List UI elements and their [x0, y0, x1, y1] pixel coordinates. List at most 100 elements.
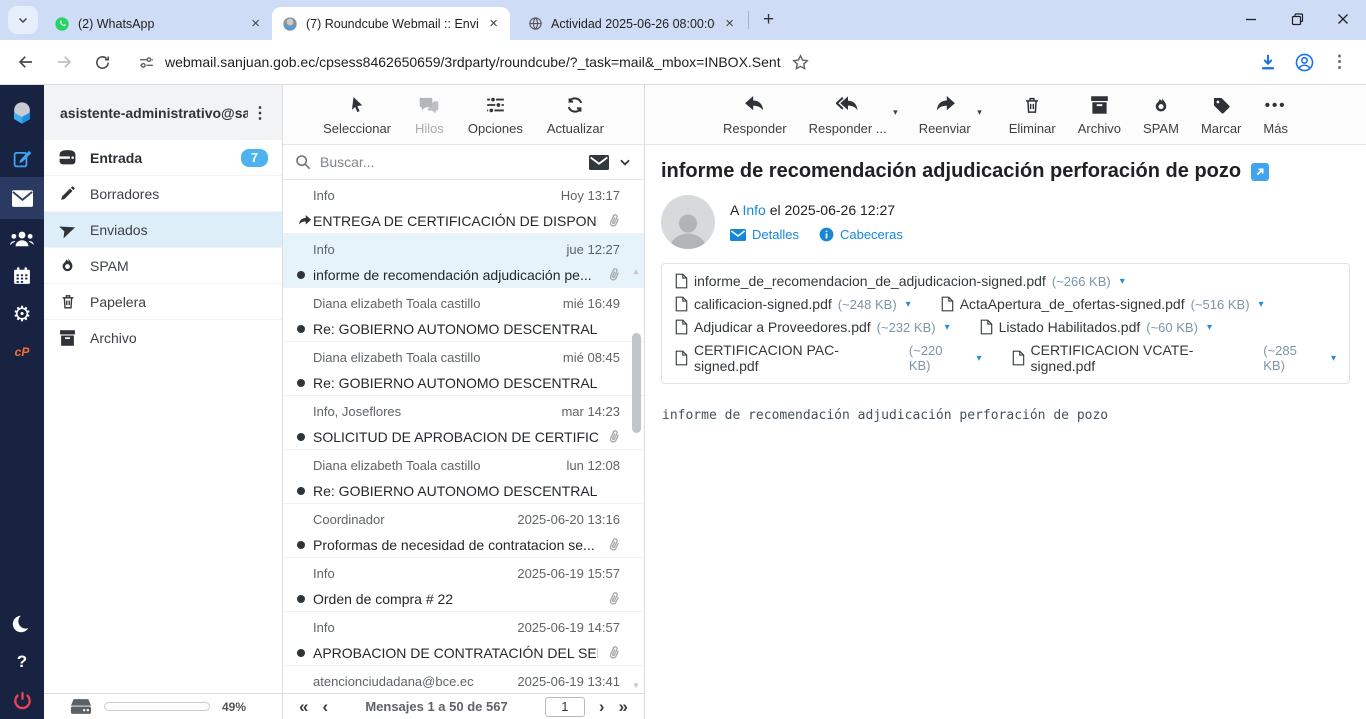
attachment-menu-caret[interactable]: ▾: [945, 322, 950, 333]
calendar-nav-button[interactable]: [0, 257, 44, 295]
folder-drafts[interactable]: Borradores: [44, 176, 282, 212]
settings-nav-button[interactable]: ⚙: [0, 295, 44, 333]
folder-sent[interactable]: Enviados: [44, 212, 282, 248]
threads-button[interactable]: Hilos: [415, 94, 444, 144]
open-in-new-window-icon[interactable]: [1251, 163, 1269, 181]
select-button[interactable]: Seleccionar: [323, 94, 391, 144]
roundcube-icon: [282, 16, 298, 32]
attachment-chip[interactable]: Adjudicar a Proveedores.pdf (~232 KB) ▾: [675, 319, 950, 335]
page-number-input[interactable]: [545, 697, 585, 717]
prev-page-button[interactable]: ‹: [322, 698, 328, 715]
search-options-chevron-icon[interactable]: [618, 155, 632, 169]
list-scrollbar[interactable]: ▲ ▼: [629, 267, 643, 691]
message-list-item[interactable]: Diana elizabeth Toala castillo mié 08:45…: [283, 342, 644, 396]
details-toggle[interactable]: Detalles: [730, 227, 799, 242]
message-subject: ENTREGA DE CERTIFICACIÓN DE DISPONIB...: [313, 213, 598, 229]
delete-button[interactable]: Eliminar: [1009, 94, 1056, 144]
next-page-button[interactable]: ›: [599, 698, 605, 715]
folder-archive[interactable]: Archivo: [44, 320, 282, 356]
account-menu-icon[interactable]: ⋮: [248, 103, 272, 123]
logout-button[interactable]: [0, 681, 44, 719]
archive-button[interactable]: Archivo: [1078, 94, 1121, 144]
attachment-menu-caret[interactable]: ▾: [1207, 322, 1212, 333]
back-button[interactable]: [10, 46, 42, 78]
downloads-icon[interactable]: [1258, 52, 1278, 72]
reply-all-button[interactable]: Responder ... ▾: [809, 94, 887, 144]
close-button[interactable]: [1320, 0, 1366, 38]
tab-roundcube[interactable]: (7) Roundcube Webmail :: Envia ×: [272, 7, 510, 40]
bookmark-star-icon[interactable]: [791, 53, 810, 72]
message-list-item[interactable]: Info Hoy 13:17 ENTREGA DE CERTIFICACIÓN …: [283, 180, 644, 234]
tab-close-icon[interactable]: ×: [723, 15, 736, 32]
forward-button[interactable]: [48, 46, 80, 78]
chrome-menu-icon[interactable]: ⋮: [1331, 52, 1348, 72]
reply-all-menu-caret[interactable]: ▾: [893, 107, 898, 118]
message-list-item[interactable]: Info, Joseflores mar 14:23 SOLICITUD DE …: [283, 396, 644, 450]
message-subject: Proformas de necesidad de contratacion s…: [313, 537, 598, 553]
list-toolbar: Seleccionar Hilos Opciones Actualizar: [283, 85, 644, 145]
search-scope-mail-icon[interactable]: [589, 155, 609, 170]
reload-button[interactable]: [86, 46, 118, 78]
attachment-menu-caret[interactable]: ▾: [906, 299, 911, 310]
attachment-chip[interactable]: calificacion-signed.pdf (~248 KB) ▾: [675, 296, 911, 312]
options-button[interactable]: Opciones: [468, 94, 523, 144]
window-controls: [1228, 0, 1366, 38]
mail-nav-button[interactable]: [0, 177, 44, 219]
forward-menu-caret[interactable]: ▾: [977, 107, 982, 118]
scroll-down-icon[interactable]: ▼: [632, 681, 640, 691]
message-list-item[interactable]: Coordinador 2025-06-20 13:16 Proformas d…: [283, 504, 644, 558]
attachment-chip[interactable]: informe_de_recomendacion_de_adjudicacion…: [675, 273, 1125, 289]
site-settings-icon[interactable]: [138, 54, 155, 71]
message-list-item[interactable]: Info 2025-06-19 14:57 APROBACION DE CONT…: [283, 612, 644, 666]
cpanel-button[interactable]: cP: [0, 333, 44, 371]
reply-button[interactable]: Responder: [723, 94, 787, 144]
restore-button[interactable]: [1274, 0, 1320, 38]
contacts-nav-button[interactable]: [0, 219, 44, 257]
omnibox[interactable]: webmail.sanjuan.gob.ec/cpsess8462650659/…: [124, 53, 1244, 72]
tab-close-icon[interactable]: ×: [487, 15, 500, 32]
tab-whatsapp[interactable]: (2) WhatsApp ×: [44, 7, 272, 40]
folder-spam[interactable]: SPAM: [44, 248, 282, 284]
attachment-chip[interactable]: CERTIFICACION VCATE-signed.pdf (~285 KB)…: [1012, 342, 1336, 374]
options-label: Opciones: [468, 121, 523, 136]
compose-button[interactable]: [0, 139, 44, 177]
tab-search-button[interactable]: [8, 6, 38, 34]
folder-trash[interactable]: Papelera: [44, 284, 282, 320]
search-input[interactable]: [320, 154, 580, 170]
last-page-button[interactable]: »: [619, 698, 628, 715]
new-tab-button[interactable]: +: [751, 7, 786, 33]
folder-pane: asistente-administrativo@sa... ⋮ Entrada…: [44, 85, 283, 719]
tab-actividad[interactable]: Actividad 2025-06-26 08:00:00 ×: [518, 7, 746, 40]
mark-button[interactable]: Marcar: [1201, 94, 1241, 144]
attachment-menu-caret[interactable]: ▾: [1259, 299, 1264, 310]
tab-close-icon[interactable]: ×: [249, 15, 262, 32]
message-list-item-selected[interactable]: Info jue 12:27 informe de recomendación …: [283, 234, 644, 288]
attachment-chip[interactable]: ActaApertura_de_ofertas-signed.pdf (~516…: [941, 296, 1264, 312]
url-text[interactable]: webmail.sanjuan.gob.ec/cpsess8462650659/…: [165, 54, 781, 70]
scroll-up-icon[interactable]: ▲: [632, 267, 640, 277]
help-button[interactable]: ?: [0, 643, 44, 681]
attachment-chip[interactable]: Listado Habilitados.pdf (~60 KB) ▾: [980, 319, 1212, 335]
refresh-button[interactable]: Actualizar: [547, 94, 604, 144]
folder-inbox[interactable]: Entrada 7: [44, 140, 282, 176]
message-list-item[interactable]: Diana elizabeth Toala castillo lun 12:08…: [283, 450, 644, 504]
scrollbar-thumb[interactable]: [632, 333, 641, 433]
headers-toggle[interactable]: Cabeceras: [819, 227, 903, 242]
forward-button[interactable]: Reenviar ▾: [919, 94, 971, 144]
attachment-menu-caret[interactable]: ▾: [977, 353, 982, 364]
message-list-item[interactable]: Diana elizabeth Toala castillo mié 16:49…: [283, 288, 644, 342]
minimize-button[interactable]: [1228, 0, 1274, 38]
message-list-item[interactable]: Info 2025-06-19 15:57 Orden de compra # …: [283, 558, 644, 612]
first-page-button[interactable]: «: [299, 698, 308, 715]
attachment-menu-caret[interactable]: ▾: [1120, 276, 1125, 287]
message-list-item[interactable]: atencionciudadana@bce.ec 2025-06-19 13:4…: [283, 666, 644, 693]
dark-mode-button[interactable]: [0, 605, 44, 643]
attachment-size: (~248 KB): [838, 297, 897, 312]
recipient-link[interactable]: Info: [742, 202, 765, 218]
profile-icon[interactable]: [1294, 52, 1315, 73]
attachment-chip[interactable]: CERTIFICACION PAC-signed.pdf (~220 KB) ▾: [675, 342, 982, 374]
attachment-menu-caret[interactable]: ▾: [1331, 353, 1336, 364]
spam-button[interactable]: SPAM: [1143, 94, 1179, 144]
close-icon: [1337, 13, 1349, 25]
more-button[interactable]: ••• Más: [1263, 94, 1288, 144]
